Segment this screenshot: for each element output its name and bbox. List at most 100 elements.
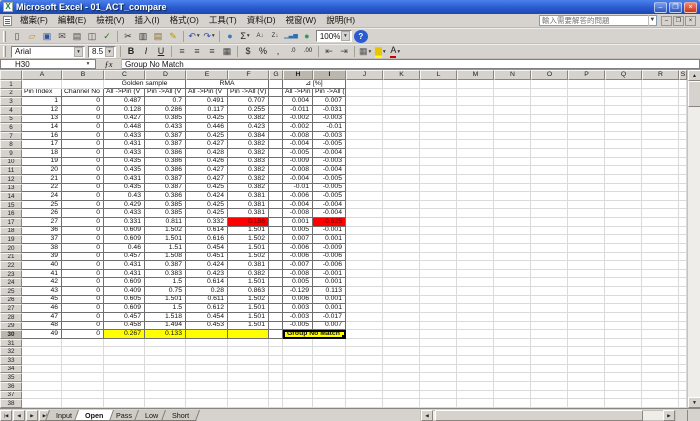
close-button[interactable]: × xyxy=(684,2,697,13)
cell-R3[interactable] xyxy=(642,97,679,106)
cell-I27[interactable]: 0.001 xyxy=(313,304,346,313)
cell-M12[interactable] xyxy=(457,175,494,184)
sheet-tab-short[interactable]: Short xyxy=(161,410,200,421)
cell-M14[interactable] xyxy=(457,192,494,201)
cell-D20[interactable]: 1.51 xyxy=(145,244,186,253)
cell-H10[interactable]: -0.009 xyxy=(283,158,313,167)
cell-N35[interactable] xyxy=(494,373,531,382)
cell-L36[interactable] xyxy=(420,382,457,391)
row-header-12[interactable]: 12 xyxy=(0,175,22,184)
cell-C17[interactable]: 0.331 xyxy=(104,218,145,227)
cell-Q29[interactable] xyxy=(605,322,642,331)
cell-M2[interactable] xyxy=(457,89,494,98)
cell-N13[interactable] xyxy=(494,184,531,193)
cell-H34[interactable] xyxy=(283,365,313,374)
cell-L25[interactable] xyxy=(420,287,457,296)
cell-M5[interactable] xyxy=(457,115,494,124)
cell-S5[interactable] xyxy=(679,115,687,124)
cell-H17[interactable]: 0.001 xyxy=(283,218,313,227)
cell-B24[interactable]: 0 xyxy=(62,278,104,287)
copy-button[interactable]: ▥ xyxy=(136,30,150,43)
cell-S31[interactable] xyxy=(679,339,687,348)
cell-K10[interactable] xyxy=(383,158,420,167)
cell-A31[interactable] xyxy=(22,339,62,348)
cell-J27[interactable] xyxy=(346,304,383,313)
cell-B10[interactable]: 0 xyxy=(62,158,104,167)
cell-L29[interactable] xyxy=(420,322,457,331)
cell-R25[interactable] xyxy=(642,287,679,296)
cell-R31[interactable] xyxy=(642,339,679,348)
cell-R29[interactable] xyxy=(642,322,679,331)
cell-A8[interactable]: 17 xyxy=(22,140,62,149)
cell-I24[interactable]: 0.001 xyxy=(313,278,346,287)
cell-G6[interactable] xyxy=(269,123,283,132)
horizontal-scroll-thumb[interactable] xyxy=(435,410,643,421)
column-header-C[interactable]: C xyxy=(104,70,145,80)
cell-H4[interactable]: -0.011 xyxy=(283,106,313,115)
cell-A5[interactable]: 13 xyxy=(22,115,62,124)
cell-P3[interactable] xyxy=(568,97,605,106)
cell-P5[interactable] xyxy=(568,115,605,124)
row-header-22[interactable]: 22 xyxy=(0,261,22,270)
row-header-21[interactable]: 21 xyxy=(0,253,22,262)
cell-G12[interactable] xyxy=(269,175,283,184)
cell-E28[interactable]: 0.454 xyxy=(186,313,228,322)
cell-J33[interactable] xyxy=(346,356,383,365)
align-left-button[interactable]: ≡ xyxy=(175,45,189,58)
cell-D10[interactable]: 0.386 xyxy=(145,158,186,167)
cell-I35[interactable] xyxy=(313,373,346,382)
cell-F14[interactable]: 0.381 xyxy=(228,192,269,201)
cell-K25[interactable] xyxy=(383,287,420,296)
cell-K32[interactable] xyxy=(383,347,420,356)
cell-S20[interactable] xyxy=(679,244,687,253)
cell-M16[interactable] xyxy=(457,209,494,218)
cell-J14[interactable] xyxy=(346,192,383,201)
column-header-F[interactable]: F xyxy=(228,70,269,80)
row-header-23[interactable]: 23 xyxy=(0,270,22,279)
cell-D34[interactable] xyxy=(145,365,186,374)
cell-I15[interactable]: -0.004 xyxy=(313,201,346,210)
cell-L17[interactable] xyxy=(420,218,457,227)
cell-G3[interactable] xyxy=(269,97,283,106)
cell-J10[interactable] xyxy=(346,158,383,167)
cell-J28[interactable] xyxy=(346,313,383,322)
cell-F23[interactable]: 0.382 xyxy=(228,270,269,279)
cell-S17[interactable] xyxy=(679,218,687,227)
cell-S2[interactable] xyxy=(679,89,687,98)
cell-J20[interactable] xyxy=(346,244,383,253)
cell-C29[interactable]: 0.458 xyxy=(104,322,145,331)
column-header-K[interactable]: K xyxy=(383,70,420,80)
cell-H5[interactable]: -0.002 xyxy=(283,115,313,124)
cell-O19[interactable] xyxy=(531,235,568,244)
cell-I11[interactable]: -0.004 xyxy=(313,166,346,175)
cell-I32[interactable] xyxy=(313,347,346,356)
cell-C5[interactable]: 0.427 xyxy=(104,115,145,124)
cell-G9[interactable] xyxy=(269,149,283,158)
row-header-20[interactable]: 20 xyxy=(0,244,22,253)
cell-C11[interactable]: 0.435 xyxy=(104,166,145,175)
hyperlink-globe-button[interactable]: ● xyxy=(223,30,237,43)
cell-J30[interactable] xyxy=(346,330,383,339)
cell-E10[interactable]: 0.426 xyxy=(186,158,228,167)
cell-R33[interactable] xyxy=(642,356,679,365)
cell-P23[interactable] xyxy=(568,270,605,279)
cell-D22[interactable]: 0.387 xyxy=(145,261,186,270)
cell-N18[interactable] xyxy=(494,227,531,236)
cell-O33[interactable] xyxy=(531,356,568,365)
cell-H18[interactable]: 0.005 xyxy=(283,227,313,236)
cell-H7[interactable]: -0.008 xyxy=(283,132,313,141)
font-name-combo[interactable]: Arial▾ xyxy=(11,46,85,58)
cell-S11[interactable] xyxy=(679,166,687,175)
cell-R32[interactable] xyxy=(642,347,679,356)
cell-A11[interactable]: 20 xyxy=(22,166,62,175)
cell-G18[interactable] xyxy=(269,227,283,236)
redo-button[interactable]: ↷▾ xyxy=(202,30,216,43)
cell-G15[interactable] xyxy=(269,201,283,210)
cell-I3[interactable]: 0.007 xyxy=(313,97,346,106)
comma-button[interactable]: , xyxy=(271,45,285,58)
cell-P26[interactable] xyxy=(568,296,605,305)
cell-P32[interactable] xyxy=(568,347,605,356)
column-header-Q[interactable]: Q xyxy=(605,70,642,80)
cell-R13[interactable] xyxy=(642,184,679,193)
cell-E37[interactable] xyxy=(186,391,228,400)
